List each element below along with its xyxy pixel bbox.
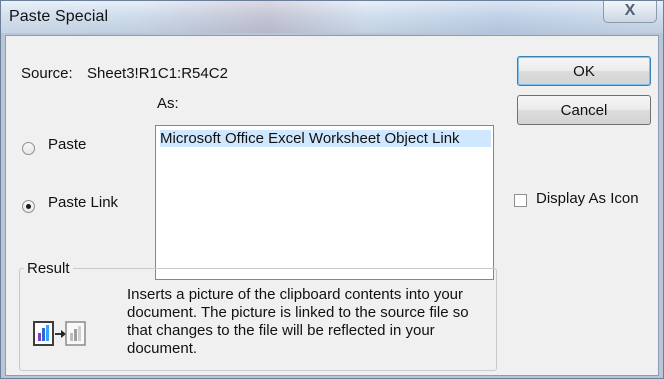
close-button[interactable]: X	[603, 1, 657, 23]
close-icon: X	[624, 2, 636, 19]
window-title: Paste Special	[9, 8, 109, 25]
paste-link-result-icon	[33, 321, 86, 346]
paste-link-radio[interactable]	[22, 200, 35, 213]
cancel-button[interactable]: Cancel	[517, 95, 651, 125]
paste-label[interactable]: Paste	[48, 136, 86, 153]
result-label: Result	[24, 260, 73, 277]
source-label: Source:	[21, 65, 73, 82]
display-as-icon-checkbox[interactable]	[514, 194, 527, 207]
ok-button[interactable]: OK	[517, 56, 651, 86]
paste-radio[interactable]	[22, 142, 35, 155]
as-label: As:	[157, 95, 179, 112]
paste-link-label[interactable]: Paste Link	[48, 194, 118, 211]
as-listbox[interactable]: Microsoft Office Excel Worksheet Object …	[155, 125, 494, 280]
dialog-content: Source: Sheet3!R1C1:R54C2 As: OK Cancel …	[5, 35, 659, 376]
display-as-icon-label[interactable]: Display As Icon	[536, 190, 639, 207]
list-item[interactable]: Microsoft Office Excel Worksheet Object …	[160, 130, 491, 147]
title-bar: Paste Special X	[1, 1, 663, 33]
result-description: Inserts a picture of the clipboard conte…	[127, 286, 469, 357]
paste-special-dialog: Paste Special X Source: Sheet3!R1C1:R54C…	[0, 0, 664, 379]
source-value: Sheet3!R1C1:R54C2	[87, 65, 228, 82]
